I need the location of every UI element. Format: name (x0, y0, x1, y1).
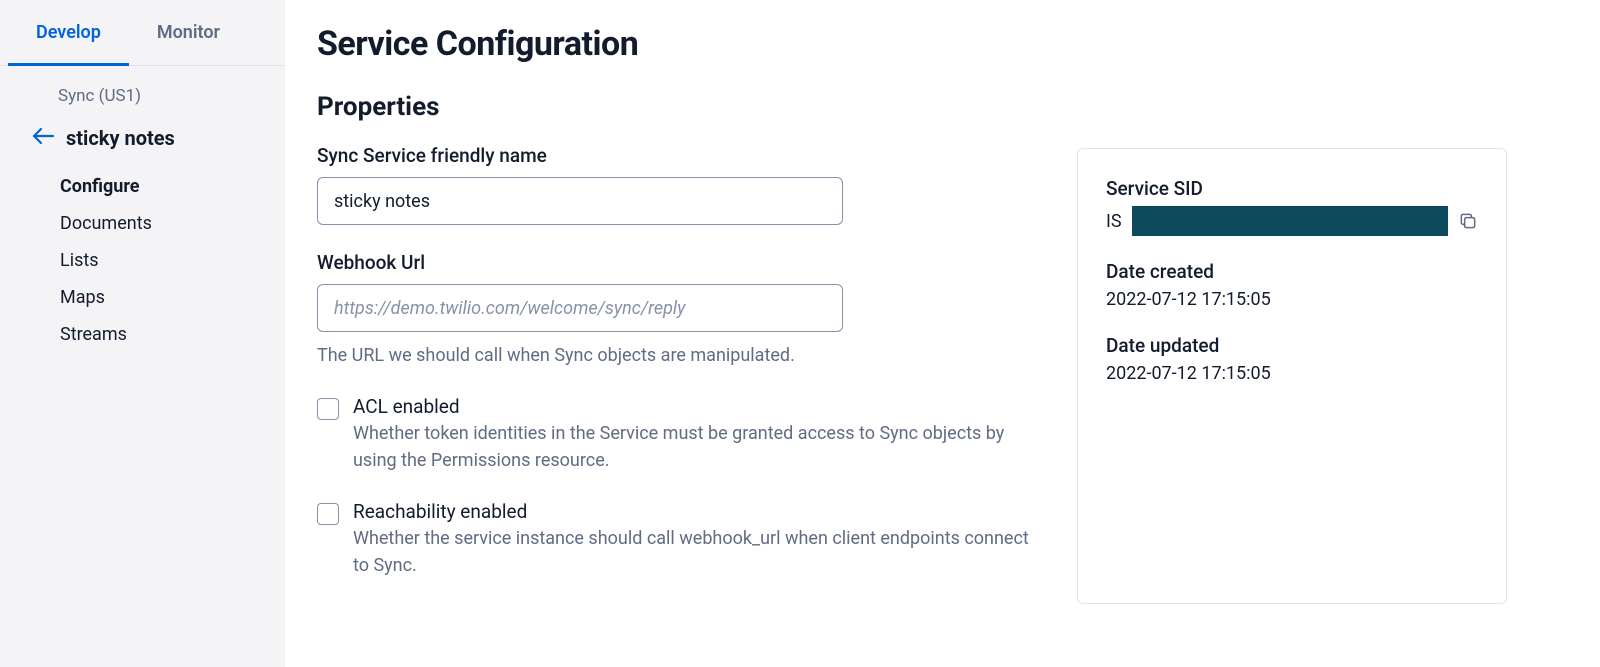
tab-monitor[interactable]: Monitor (129, 0, 248, 66)
nav-item-lists[interactable]: Lists (60, 242, 285, 279)
nav-item-documents[interactable]: Documents (60, 205, 285, 242)
field-webhook-url: Webhook Url The URL we should call when … (317, 251, 1047, 369)
service-sid-label: Service SID (1106, 177, 1478, 200)
sidebar: Develop Monitor Sync (US1) sticky notes … (0, 0, 285, 667)
info-service-sid: Service SID IS (1106, 177, 1478, 236)
info-card: Service SID IS Date created 2022-07-12 1… (1077, 148, 1507, 604)
reachability-label: Reachability enabled (353, 500, 1047, 523)
date-updated-label: Date updated (1106, 334, 1478, 357)
acl-description: Whether token identities in the Service … (353, 423, 1004, 471)
acl-content: ACL enabled Whether token identities in … (353, 395, 1047, 474)
tab-develop[interactable]: Develop (8, 0, 129, 66)
reachability-description: Whether the service instance should call… (353, 528, 1029, 576)
reachability-checkbox[interactable] (317, 503, 339, 525)
nav-item-streams[interactable]: Streams (60, 316, 285, 353)
reachability-content: Reachability enabled Whether the service… (353, 500, 1047, 579)
service-sid-value-redacted (1132, 206, 1448, 236)
field-acl-enabled: ACL enabled Whether token identities in … (317, 395, 1047, 474)
info-date-updated: Date updated 2022-07-12 17:15:05 (1106, 334, 1478, 384)
nav-item-maps[interactable]: Maps (60, 279, 285, 316)
content-column: Service Configuration Properties Sync Se… (317, 24, 1047, 667)
copy-icon[interactable] (1458, 211, 1478, 231)
service-name: sticky notes (66, 126, 175, 150)
service-sid-row: IS (1106, 206, 1478, 236)
date-created-value: 2022-07-12 17:15:05 (1106, 289, 1478, 310)
nav-list: Configure Documents Lists Maps Streams (0, 168, 285, 353)
acl-checkbox[interactable] (317, 398, 339, 420)
page-title: Service Configuration (317, 24, 1047, 64)
main: Service Configuration Properties Sync Se… (285, 0, 1600, 667)
arrow-left-icon[interactable] (32, 127, 54, 150)
back-row: sticky notes (0, 126, 285, 168)
friendly-name-label: Sync Service friendly name (317, 144, 1047, 167)
service-sid-prefix: IS (1106, 211, 1122, 232)
friendly-name-input[interactable] (317, 177, 843, 225)
field-friendly-name: Sync Service friendly name (317, 144, 1047, 225)
webhook-url-input[interactable] (317, 284, 843, 332)
breadcrumb[interactable]: Sync (US1) (0, 66, 285, 126)
date-updated-value: 2022-07-12 17:15:05 (1106, 363, 1478, 384)
info-date-created: Date created 2022-07-12 17:15:05 (1106, 260, 1478, 310)
webhook-url-label: Webhook Url (317, 251, 1047, 274)
nav-item-configure[interactable]: Configure (60, 168, 285, 205)
field-reachability-enabled: Reachability enabled Whether the service… (317, 500, 1047, 579)
webhook-help-text: The URL we should call when Sync objects… (317, 342, 837, 369)
section-title: Properties (317, 92, 1047, 122)
acl-label: ACL enabled (353, 395, 1047, 418)
sidebar-tabs: Develop Monitor (0, 0, 285, 66)
date-created-label: Date created (1106, 260, 1478, 283)
